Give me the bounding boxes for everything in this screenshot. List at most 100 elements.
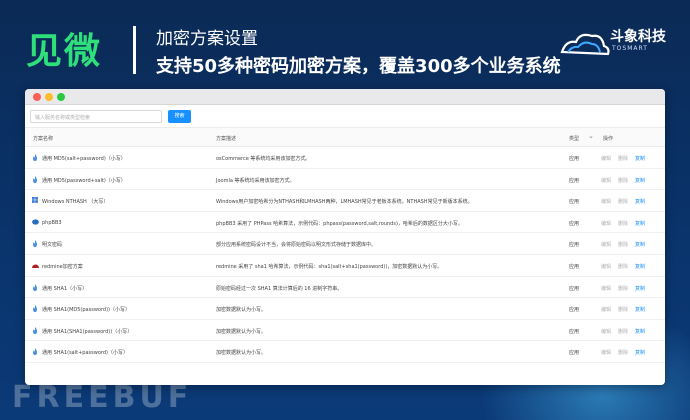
copy-button[interactable]: 复制 xyxy=(635,220,645,227)
scheme-description: osCommerce 等系统均采用该加密方式。 xyxy=(216,156,311,162)
edit-button[interactable]: 编辑 xyxy=(601,220,611,227)
flame-icon xyxy=(32,283,38,291)
table-row[interactable]: 通用 SHA1（小写） 原始密码经过一次 SHA1 算法计算后的 16 进制字符串… xyxy=(25,277,665,299)
scheme-type: 应用 xyxy=(569,307,580,314)
scheme-type: 应用 xyxy=(569,199,580,206)
table-row[interactable]: 通用 SHA1(SHA1(password))（小写） 加密数据默认为小写。 应用 编… xyxy=(25,320,665,342)
edit-button[interactable]: 编辑 xyxy=(601,155,611,162)
search-input[interactable]: 输入服务名称或类型检索 xyxy=(30,110,162,123)
flame-icon xyxy=(32,154,38,161)
table-row[interactable]: phpBB3 phpBB3 采用了 PHPass 哈希算法，示例代码：phpass… xyxy=(25,212,665,234)
company-name-en: TOSMART xyxy=(612,45,648,52)
redmine-icon xyxy=(32,262,39,269)
phpbb-icon xyxy=(32,219,39,226)
scheme-description: 加密数据默认为小写。 xyxy=(216,328,267,335)
copy-button[interactable]: 复制 xyxy=(635,177,645,184)
edit-button[interactable]: 编辑 xyxy=(601,349,611,356)
scheme-name: 通用 MD5(salt+password)（小写） xyxy=(42,156,126,162)
delete-button[interactable]: 删除 xyxy=(618,349,628,356)
delete-button[interactable]: 删除 xyxy=(618,155,628,162)
company-name: 斗象科技 xyxy=(610,29,666,45)
scheme-name: 通用 SHA1(salt+password)（小写） xyxy=(42,350,128,357)
filter-icon[interactable]: ⏷ xyxy=(589,135,593,141)
table-row[interactable]: 明文密码 部分应用系统密码设计不当，会将原始密码以明文形式存储于数据库中。 应用 编辑… xyxy=(25,233,665,255)
delete-button[interactable]: 删除 xyxy=(618,328,628,335)
windows-icon xyxy=(32,197,38,204)
copy-button[interactable]: 复制 xyxy=(635,263,645,270)
flame-icon xyxy=(32,305,38,313)
banner: 见微 加密方案设置 支持50多种密码加密方案，覆盖300多个业务系统 斗象科技 … xyxy=(0,0,690,88)
maximize-window-button[interactable] xyxy=(57,93,65,101)
table-body: 通用 MD5(salt+password)（小写） osCommerce 等系统均… xyxy=(25,147,665,363)
scheme-name: 通用 SHA1(MD5(password))（小写） xyxy=(42,307,131,314)
flame-icon xyxy=(32,326,38,334)
scheme-name: redmine加密方案 xyxy=(42,263,83,270)
scheme-description: 加密数据默认为小写。 xyxy=(216,350,267,357)
delete-button[interactable]: 删除 xyxy=(618,241,628,248)
scheme-description: 部分应用系统密码设计不当，会将原始密码以明文形式存储于数据库中。 xyxy=(216,242,377,249)
delete-button[interactable]: 删除 xyxy=(618,220,628,227)
divider xyxy=(133,26,136,74)
edit-button[interactable]: 编辑 xyxy=(601,177,611,184)
edit-button[interactable]: 编辑 xyxy=(601,241,611,248)
delete-button[interactable]: 删除 xyxy=(618,285,628,292)
scheme-description: 原始密码经过一次 SHA1 算法计算后的 16 进制字符串。 xyxy=(216,285,343,292)
table-row[interactable]: 通用 MD5(salt+password)（小写） osCommerce 等系统均… xyxy=(25,147,665,169)
table-row[interactable]: redmine加密方案 redmine 采用了 sha1 哈希算法，示例代码：sh… xyxy=(25,255,665,277)
brand-logo-text: 见微 xyxy=(26,31,103,72)
minimize-window-button[interactable] xyxy=(45,93,53,101)
scheme-name: 明文密码 xyxy=(42,242,63,249)
edit-button[interactable]: 编辑 xyxy=(601,263,611,270)
edit-button[interactable]: 编辑 xyxy=(601,306,611,313)
scheme-type: 应用 xyxy=(569,177,580,184)
table-row[interactable]: 通用 SHA1(MD5(password))（小写） 加密数据默认为小写。 应用 编辑… xyxy=(25,298,665,320)
scheme-name: 通用 MD5(password+salt)（小写） xyxy=(42,177,126,184)
column-header-action: 操作 xyxy=(603,136,614,142)
table-row[interactable]: 通用 MD5(password+salt)（小写） Joomla 等系统均采用该加… xyxy=(25,169,665,191)
scheme-description: redmine 采用了 sha1 哈希算法，示例代码：sha1(salt+sha… xyxy=(216,263,443,270)
edit-button[interactable]: 编辑 xyxy=(601,198,611,205)
delete-button[interactable]: 删除 xyxy=(618,306,628,313)
scheme-type: 应用 xyxy=(569,156,580,162)
scheme-type: 应用 xyxy=(569,285,580,292)
scheme-name: 通用 SHA1（小写） xyxy=(42,285,88,292)
scheme-description: Windows用户加密哈希分为NTHASH和LMHASH两种，LMHASH常见于… xyxy=(216,199,473,206)
scheme-type: 应用 xyxy=(569,350,580,357)
edit-button[interactable]: 编辑 xyxy=(601,285,611,292)
scheme-name: Windows NTHASH （大写） xyxy=(42,199,109,206)
search-button[interactable]: 搜索 xyxy=(168,110,191,123)
copy-button[interactable]: 复制 xyxy=(635,328,645,335)
copy-button[interactable]: 复制 xyxy=(635,306,645,313)
flame-icon xyxy=(32,175,38,183)
flame-icon xyxy=(32,240,38,248)
copy-button[interactable]: 复制 xyxy=(635,285,645,292)
app-window: 输入服务名称或类型检索 搜索 方案名称 方案描述 类型 ⏷ 操作 通用 MD5(… xyxy=(25,89,665,385)
watermark: FREEBUF xyxy=(12,380,193,415)
copy-button[interactable]: 复制 xyxy=(635,241,645,248)
page-subtitle: 支持50多种密码加密方案，覆盖300多个业务系统 xyxy=(156,56,561,77)
close-window-button[interactable] xyxy=(33,93,41,101)
column-header-name[interactable]: 方案名称 xyxy=(33,135,53,142)
scheme-type: 应用 xyxy=(569,263,580,270)
column-header-description: 方案描述 xyxy=(216,136,237,142)
page-title: 加密方案设置 xyxy=(156,29,258,49)
column-header-type[interactable]: 类型 xyxy=(569,135,579,142)
flame-icon xyxy=(32,348,38,356)
delete-button[interactable]: 删除 xyxy=(618,177,628,184)
window-titlebar xyxy=(25,89,665,105)
table-row[interactable]: 通用 SHA1(salt+password)（小写） 加密数据默认为小写。 应用 编辑… xyxy=(25,341,665,363)
scheme-description: Joomla 等系统均采用该加密方式。 xyxy=(216,177,295,184)
table-row[interactable]: Windows NTHASH （大写） Windows用户加密哈希分为NTHASH… xyxy=(25,190,665,212)
scheme-description: 加密数据默认为小写。 xyxy=(216,307,267,314)
table-header: 方案名称 方案描述 类型 ⏷ 操作 xyxy=(25,127,665,147)
edit-button[interactable]: 编辑 xyxy=(601,328,611,335)
copy-button[interactable]: 复制 xyxy=(635,155,645,162)
copy-button[interactable]: 复制 xyxy=(635,198,645,205)
scheme-type: 应用 xyxy=(569,242,580,249)
copy-button[interactable]: 复制 xyxy=(635,349,645,356)
toolbar: 输入服务名称或类型检索 搜索 xyxy=(25,105,665,127)
delete-button[interactable]: 删除 xyxy=(618,198,628,205)
scheme-type: 应用 xyxy=(569,220,580,227)
scheme-name: 通用 SHA1(SHA1(password))（小写） xyxy=(42,328,133,335)
delete-button[interactable]: 删除 xyxy=(618,263,628,270)
